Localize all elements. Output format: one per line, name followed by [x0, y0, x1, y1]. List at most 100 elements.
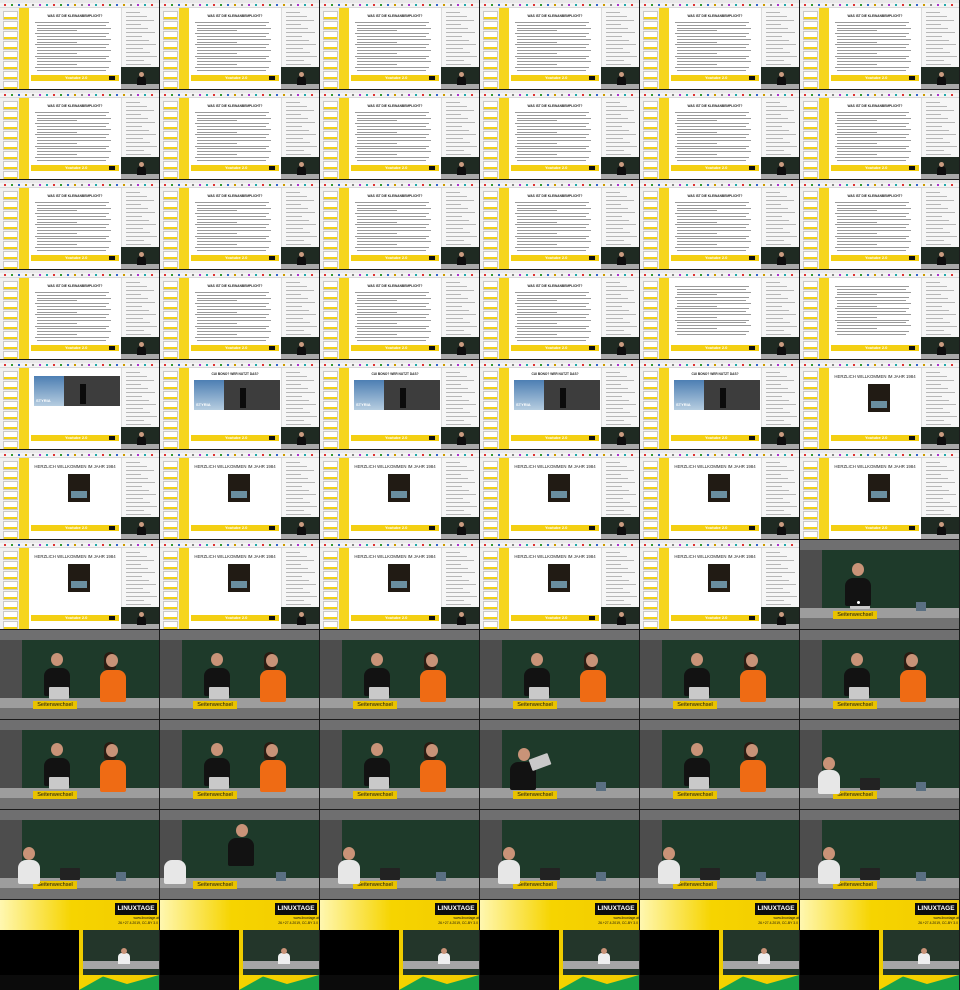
panel-row[interactable]: [766, 462, 780, 463]
toolbar-icon[interactable]: [811, 364, 813, 366]
panel-row[interactable]: [446, 552, 460, 553]
toolbar-icon[interactable]: [721, 184, 723, 186]
panel-row[interactable]: [926, 146, 957, 147]
panel-row[interactable]: [446, 60, 464, 61]
panel-row[interactable]: [606, 24, 621, 25]
toolbar-icon[interactable]: [644, 274, 646, 276]
panel-row[interactable]: [926, 200, 954, 201]
toolbar-icon[interactable]: [324, 454, 326, 456]
panel-row[interactable]: [446, 412, 470, 413]
toolbar-icon[interactable]: [206, 4, 208, 6]
toolbar-icon[interactable]: [144, 544, 146, 546]
toolbar-icon[interactable]: [665, 4, 667, 6]
panel-row[interactable]: [606, 122, 635, 123]
panel-row[interactable]: [286, 552, 300, 553]
slide-thumbnail[interactable]: [163, 111, 178, 120]
slide-thumbnail[interactable]: [163, 401, 178, 410]
toolbar-icon[interactable]: [39, 544, 41, 546]
panel-row[interactable]: [286, 102, 300, 103]
toolbar-icon[interactable]: [422, 454, 424, 456]
toolbar-icon[interactable]: [25, 274, 27, 276]
toolbar-icon[interactable]: [930, 4, 932, 6]
slide-thumbnail[interactable]: [323, 161, 338, 170]
toolbar-icon[interactable]: [81, 94, 83, 96]
slide-thumbnail[interactable]: [3, 311, 18, 320]
toolbar-icon[interactable]: [916, 4, 918, 6]
panel-row[interactable]: [446, 24, 461, 25]
toolbar-icon[interactable]: [60, 544, 62, 546]
toolbar-icon[interactable]: [547, 544, 549, 546]
toolbar-icon[interactable]: [742, 544, 744, 546]
panel-row[interactable]: [286, 576, 302, 577]
toolbar-icon[interactable]: [923, 364, 925, 366]
slide-thumbnail[interactable]: [3, 131, 18, 140]
toolbar-icon[interactable]: [867, 364, 869, 366]
toolbar-icon[interactable]: [67, 94, 69, 96]
toolbar-icon[interactable]: [457, 274, 459, 276]
toolbar-icon[interactable]: [311, 454, 313, 456]
slide-thumbnail-pane[interactable]: [480, 278, 500, 359]
slide-thumbnail[interactable]: [3, 591, 18, 600]
panel-row[interactable]: [606, 220, 629, 221]
toolbar-icon[interactable]: [366, 4, 368, 6]
toolbar-icon[interactable]: [290, 4, 292, 6]
toolbar-icon[interactable]: [164, 274, 166, 276]
panel-row[interactable]: [926, 310, 949, 311]
panel-row[interactable]: [926, 392, 955, 393]
toolbar-icon[interactable]: [582, 4, 584, 6]
toolbar-icon[interactable]: [283, 364, 285, 366]
panel-row[interactable]: [766, 122, 795, 123]
toolbar-icon[interactable]: [937, 94, 939, 96]
panel-row[interactable]: [446, 36, 462, 37]
toolbar-icon[interactable]: [930, 364, 932, 366]
slide-thumbnail[interactable]: [643, 501, 658, 510]
toolbar-icon[interactable]: [658, 4, 660, 6]
slide-thumbnail[interactable]: [643, 281, 658, 290]
toolbar-icon[interactable]: [11, 94, 13, 96]
toolbar-icon[interactable]: [178, 544, 180, 546]
slide-thumbnail[interactable]: [163, 121, 178, 130]
panel-row[interactable]: [126, 494, 156, 495]
toolbar-icon[interactable]: [255, 184, 257, 186]
toolbar-icon[interactable]: [735, 274, 737, 276]
toolbar-icon[interactable]: [610, 184, 612, 186]
slide-thumbnail[interactable]: [323, 281, 338, 290]
toolbar-icon[interactable]: [644, 544, 646, 546]
panel-row[interactable]: [606, 294, 621, 295]
toolbar-icon[interactable]: [255, 454, 257, 456]
slide-thumbnail[interactable]: [323, 301, 338, 310]
toolbar-icon[interactable]: [923, 274, 925, 276]
slide-thumbnail[interactable]: [3, 11, 18, 20]
panel-row[interactable]: [606, 420, 624, 421]
panel-row[interactable]: [766, 412, 790, 413]
toolbar-icon[interactable]: [867, 94, 869, 96]
toolbar-icon[interactable]: [380, 454, 382, 456]
toolbar-icon[interactable]: [484, 94, 486, 96]
toolbar-icon[interactable]: [109, 364, 111, 366]
panel-row[interactable]: [926, 134, 956, 135]
toolbar-icon[interactable]: [109, 94, 111, 96]
toolbar-icon[interactable]: [241, 4, 243, 6]
toolbar-icon[interactable]: [151, 184, 153, 186]
panel-row[interactable]: [446, 334, 471, 335]
slide-thumbnail[interactable]: [803, 231, 818, 240]
panel-row[interactable]: [926, 408, 943, 409]
panel-row[interactable]: [606, 576, 622, 577]
slide-thumbnail[interactable]: [483, 261, 498, 269]
toolbar-icon[interactable]: [401, 454, 403, 456]
toolbar-icon[interactable]: [338, 274, 340, 276]
slide-thumbnail[interactable]: [323, 31, 338, 40]
toolbar-icon[interactable]: [352, 4, 354, 6]
panel-row[interactable]: [286, 20, 314, 21]
panel-row[interactable]: [446, 306, 462, 307]
toolbar-icon[interactable]: [415, 274, 417, 276]
toolbar-icon[interactable]: [39, 274, 41, 276]
panel-row[interactable]: [606, 216, 622, 217]
panel-row[interactable]: [606, 424, 631, 425]
panel-row[interactable]: [766, 404, 796, 405]
panel-row[interactable]: [286, 396, 302, 397]
toolbar-icon[interactable]: [144, 94, 146, 96]
panel-row[interactable]: [766, 318, 783, 319]
panel-row[interactable]: [926, 196, 947, 197]
toolbar-icon[interactable]: [311, 274, 313, 276]
